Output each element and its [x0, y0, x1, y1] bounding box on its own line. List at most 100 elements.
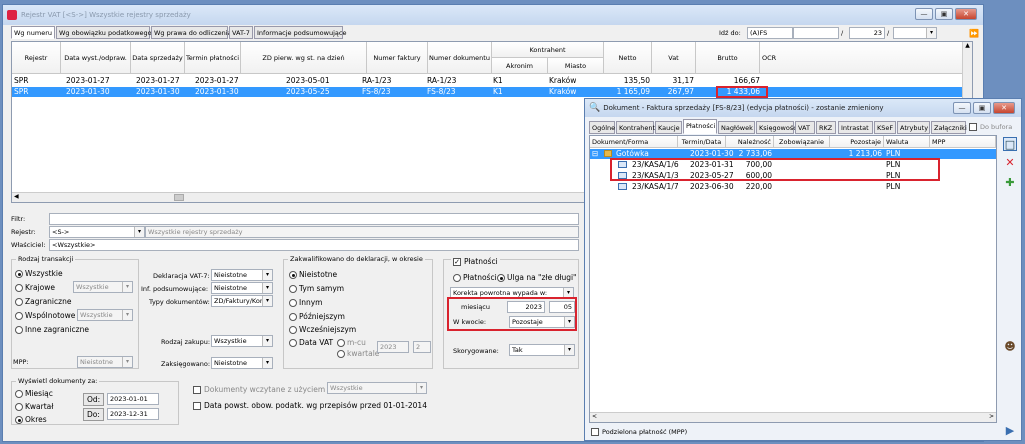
close-button[interactable]: ✕: [993, 102, 1015, 114]
table-row-selected[interactable]: SPR 2023-01-30 2023-01-30 2023-01-30 202…: [12, 87, 964, 97]
wlasciciel-label: Właściciel:: [11, 241, 46, 249]
rejestr-select[interactable]: <S-> ▾: [49, 226, 145, 238]
filtr-input[interactable]: [49, 213, 579, 225]
scroll-left-icon[interactable]: <: [592, 413, 597, 420]
user-icon[interactable]: ☻: [1003, 339, 1017, 353]
scroll-right-icon[interactable]: >: [989, 413, 994, 420]
radio-wczesniejszym[interactable]: Wcześniejszym: [289, 325, 356, 334]
tab-atrybuty[interactable]: Atrybuty: [897, 121, 930, 134]
data-powst-checkbox[interactable]: Data powst. obow. podatk. wg przepisów p…: [193, 401, 427, 410]
col-zobowiazanie[interactable]: Zobowiązanie: [774, 136, 830, 148]
radio-krajowe[interactable]: Krajowe: [15, 283, 55, 292]
od-button[interactable]: Od:: [83, 393, 105, 406]
radio-wspolnotowe[interactable]: Wspólnotowe: [15, 311, 75, 320]
typy-select[interactable]: ZD/Faktury/Kor ▾: [211, 295, 273, 307]
col-mpp[interactable]: MPP: [930, 136, 996, 148]
tab-ksef[interactable]: KSeF: [874, 121, 896, 134]
col-akronim[interactable]: Akronim: [492, 58, 548, 74]
restore-button[interactable]: ▣: [973, 102, 991, 114]
radio-zagraniczne[interactable]: Zagraniczne: [15, 297, 71, 306]
tab-naglowek[interactable]: Nagłówek: [718, 121, 755, 134]
restore-button[interactable]: ▣: [935, 8, 953, 20]
table-row[interactable]: SPR 2023-01-27 2023-01-27 2023-01-27 202…: [12, 76, 964, 86]
tab-ksiegowosc[interactable]: Księgowość: [756, 121, 797, 134]
tab-wg-prawa[interactable]: Wg prawa do odliczenia: [151, 26, 232, 39]
idz-do-input[interactable]: [793, 27, 839, 39]
group-label: Wyświetl dokumenty za:: [16, 377, 100, 385]
radio-nieistotne[interactable]: Nieistotne: [289, 270, 337, 279]
tab-intrastat[interactable]: Intrastat: [838, 121, 873, 134]
radio-okres[interactable]: Okres: [15, 415, 47, 424]
tab-kontrahent[interactable]: Kontrahent: [616, 121, 655, 134]
payment-row[interactable]: 23/KASA/1/7 2023-06-30 220,00 PLN: [590, 182, 996, 192]
do-date[interactable]: 2023-12-31: [107, 408, 159, 420]
tab-platnosci[interactable]: Płatności: [683, 119, 717, 134]
add-icon[interactable]: ✚: [1003, 175, 1017, 189]
tab-wg-numeru[interactable]: Wg numeru: [11, 26, 55, 39]
deklaracja-select[interactable]: Nieistotne ▾: [211, 269, 273, 281]
skorygowane-select[interactable]: Tak ▾: [509, 344, 575, 356]
main-titlebar: Rejestr VAT [<S->] Wszystkie rejestry sp…: [3, 5, 983, 25]
col-zd-pierw[interactable]: ZD pierw. wg st. na dzień: [241, 42, 367, 74]
tab-zalaczniki[interactable]: Załączniki: [931, 121, 967, 134]
radio-innym[interactable]: Innym: [289, 298, 322, 307]
tab-rkz[interactable]: RKZ: [816, 121, 836, 134]
col-ocr[interactable]: OCR: [760, 42, 964, 74]
radio-miesiac[interactable]: Miesiąc: [15, 389, 53, 398]
radio-inne-zagraniczne[interactable]: Inne zagraniczne: [15, 325, 89, 334]
tab-informacje[interactable]: Informacje podsumowujące: [254, 26, 346, 39]
collapse-icon[interactable]: ⊟: [592, 149, 598, 158]
col-data-wyst[interactable]: Data wyst./odpraw.: [61, 42, 131, 74]
rodzaj-zakupu-select[interactable]: Wszystkie ▾: [211, 335, 273, 347]
idz-do-number[interactable]: 23: [849, 27, 885, 39]
tab-vat[interactable]: VAT: [795, 121, 815, 134]
radio-data-vat[interactable]: Data VAT: [289, 338, 333, 347]
col-brutto[interactable]: Brutto: [696, 42, 760, 74]
zaksiegowano-select[interactable]: Nieistotne ▾: [211, 357, 273, 369]
tab-vat7[interactable]: VAT-7: [229, 26, 253, 39]
radio-kwartal[interactable]: Kwartał: [15, 402, 53, 411]
tab-ogolne[interactable]: Ogólne: [589, 121, 615, 134]
action-icon[interactable]: ▶: [1003, 423, 1017, 437]
inf-select[interactable]: Nieistotne ▾: [211, 282, 273, 294]
col-pozostaje[interactable]: Pozostaje: [830, 136, 884, 148]
minimize-button[interactable]: —: [953, 102, 971, 114]
radio-platnosci[interactable]: Płatności: [453, 273, 497, 282]
platnosci-checkbox[interactable]: ✓ Płatności: [451, 257, 500, 266]
podzielona-checkbox[interactable]: Podzielona płatność (MPP): [591, 428, 687, 436]
fast-forward-icon[interactable]: ⏩: [969, 29, 979, 38]
od-date[interactable]: 2023-01-01: [107, 393, 159, 405]
col-rejestr[interactable]: Rejestr: [12, 42, 61, 74]
col-termin-data[interactable]: Termin/Data: [678, 136, 726, 148]
col-termin[interactable]: Termin płatności: [185, 42, 241, 74]
payments-table[interactable]: Dokument/Forma Termin/Data Należność Zob…: [589, 135, 997, 423]
do-button[interactable]: Do:: [83, 408, 104, 421]
idz-do-extra[interactable]: ▾: [893, 27, 937, 39]
col-numer-faktury[interactable]: Numer faktury: [367, 42, 428, 74]
radio-ulga[interactable]: Ulga na "złe długi": [497, 273, 577, 282]
col-waluta[interactable]: Waluta: [884, 136, 930, 148]
col-netto[interactable]: Netto: [604, 42, 652, 74]
tab-kaucje[interactable]: Kaucje: [655, 121, 682, 134]
col-data-sprzedazy[interactable]: Data sprzedaży: [131, 42, 185, 74]
save-icon[interactable]: □: [1003, 137, 1017, 151]
minimize-button[interactable]: —: [915, 8, 933, 20]
col-naleznosc[interactable]: Należność: [726, 136, 774, 148]
col-vat[interactable]: Vat: [652, 42, 696, 74]
tab-wg-obowiazku[interactable]: Wg obowiązku podatkowego: [56, 26, 152, 39]
radio-wszystkie[interactable]: Wszystkie: [15, 269, 63, 278]
scroll-thumb[interactable]: [174, 194, 184, 201]
wlasciciel-select[interactable]: <Wszystkie>: [49, 239, 579, 251]
zaksiegowano-label: Zaksięgowano:: [161, 360, 211, 368]
delete-icon[interactable]: ✕: [1003, 155, 1017, 169]
scroll-up-icon[interactable]: ▲: [963, 42, 972, 49]
radio-tym-samym[interactable]: Tym samym: [289, 284, 344, 293]
scroll-left-icon[interactable]: ◀: [14, 193, 19, 200]
idz-do-select[interactable]: (A)FS: [747, 27, 793, 39]
radio-pozniejszym[interactable]: Późniejszym: [289, 312, 345, 321]
col-dokument-forma[interactable]: Dokument/Forma: [590, 136, 678, 148]
col-miasto[interactable]: Miasto: [548, 58, 604, 74]
close-button[interactable]: ✕: [955, 8, 977, 20]
horizontal-scrollbar[interactable]: < >: [590, 412, 996, 422]
col-numer-dokumentu[interactable]: Numer dokumentu: [428, 42, 492, 74]
